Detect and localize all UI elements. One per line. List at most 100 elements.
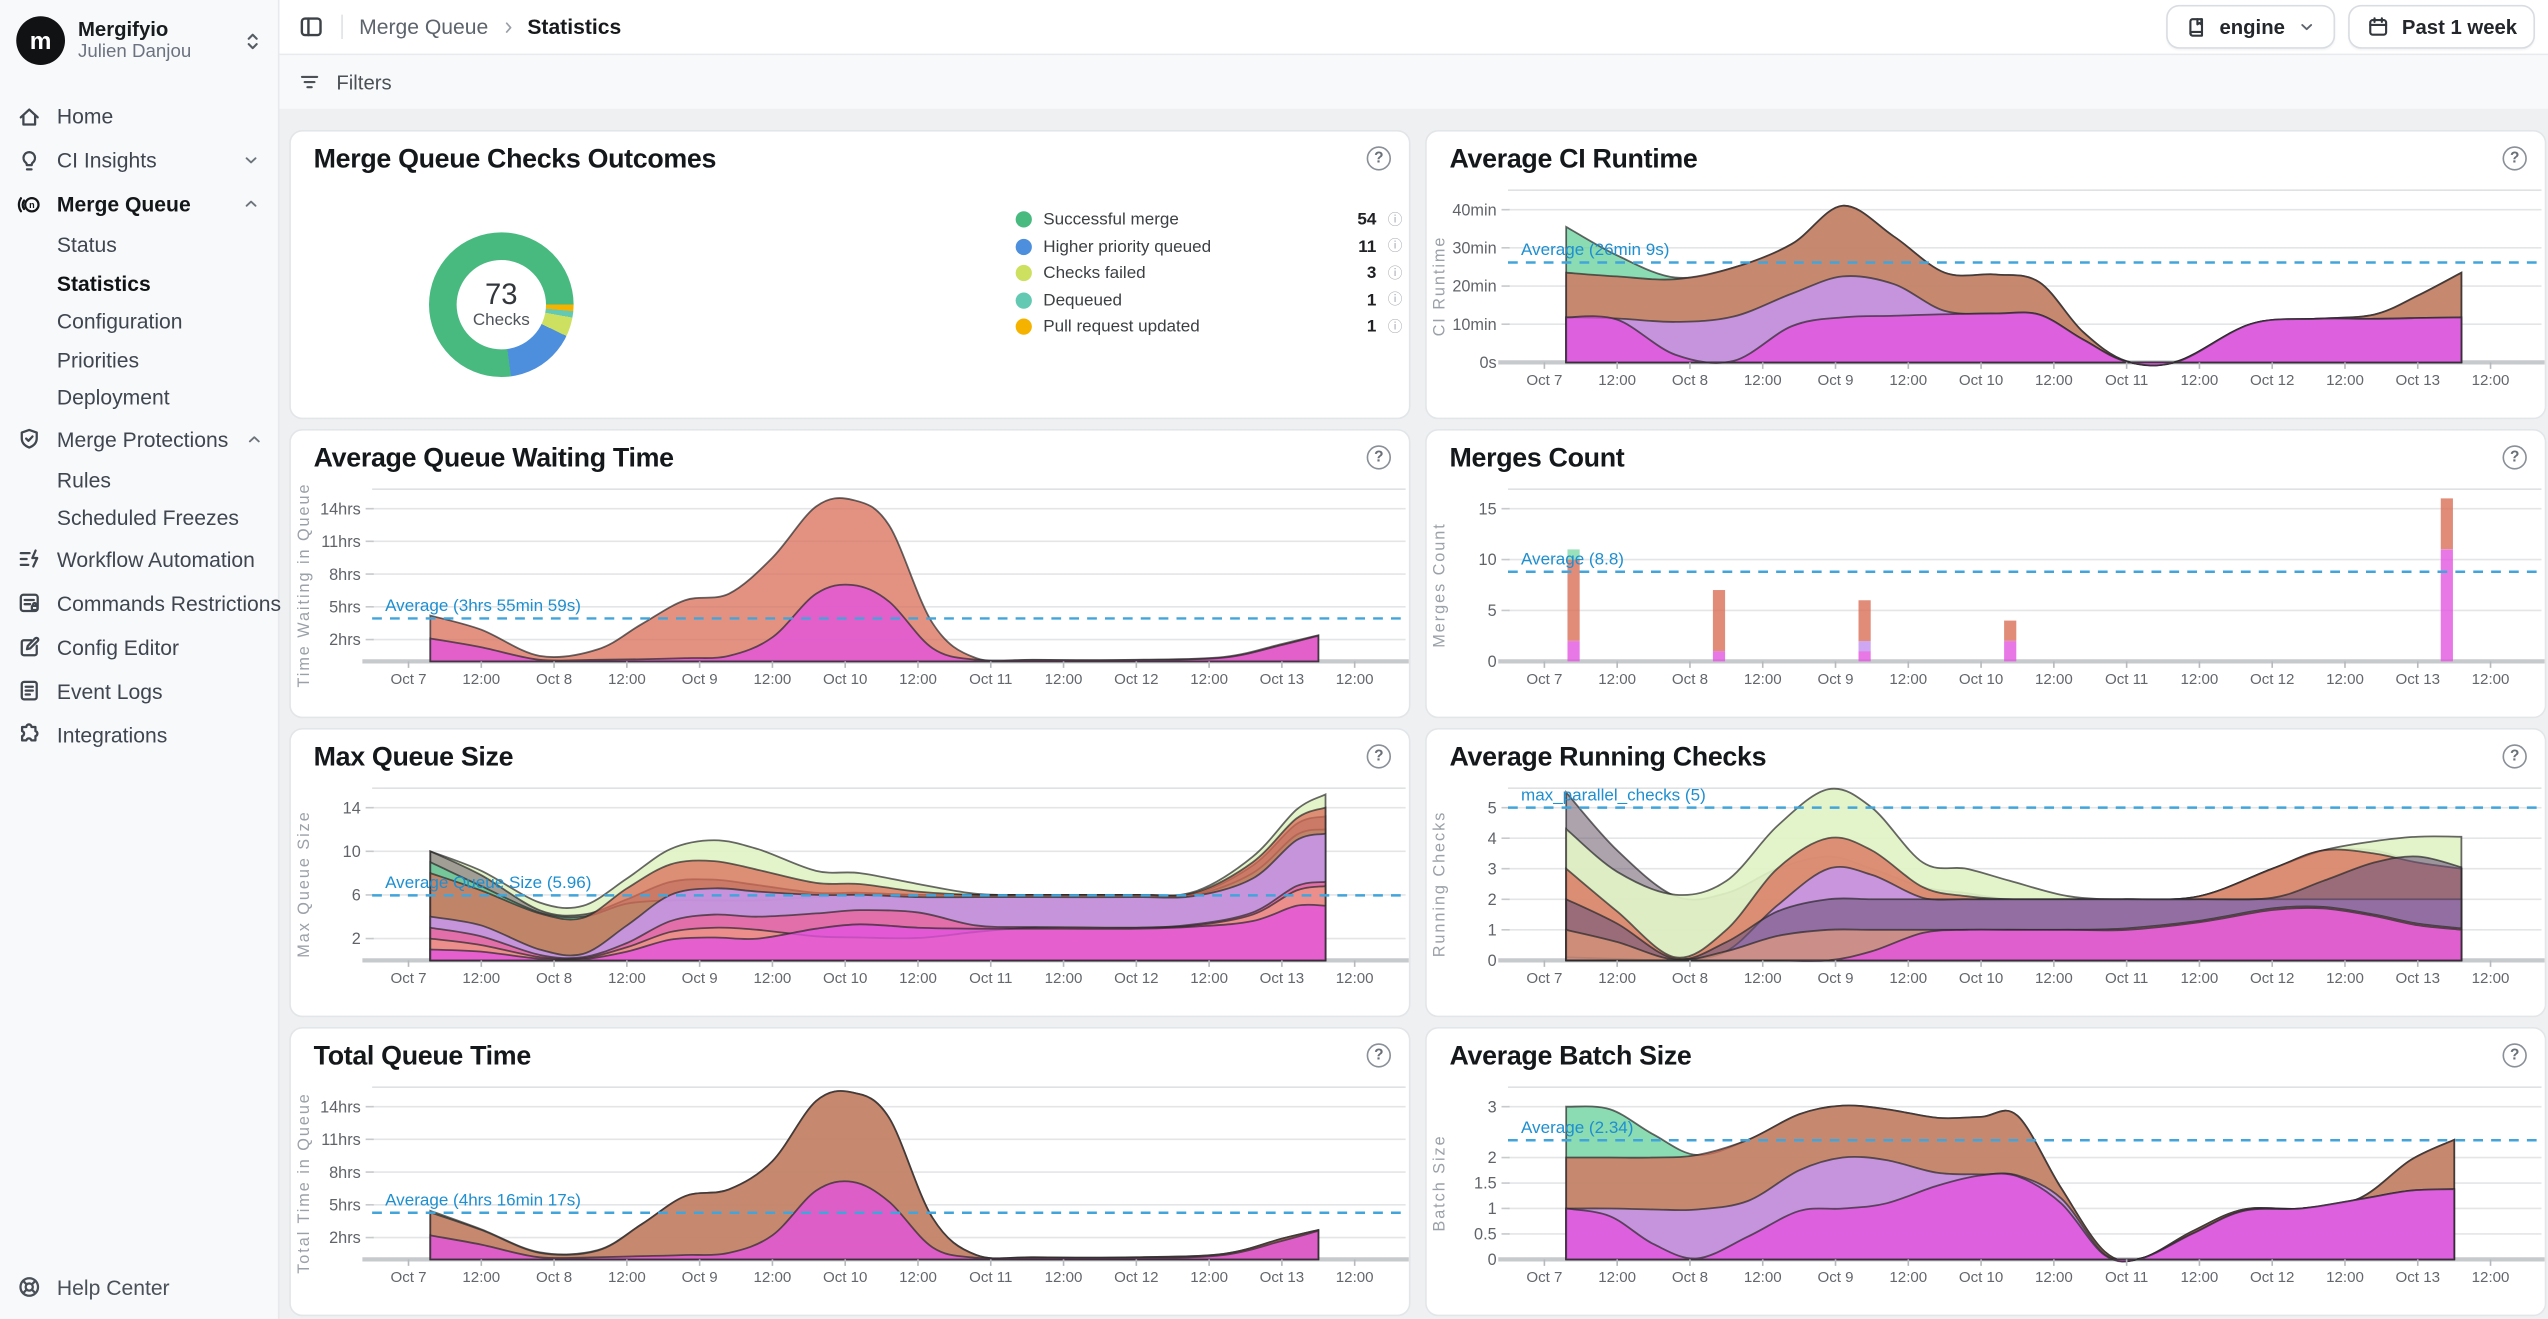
help-icon[interactable]: ? [1367, 445, 1391, 469]
svg-text:Oct 9: Oct 9 [1817, 1269, 1853, 1286]
svg-text:12:00: 12:00 [899, 671, 937, 688]
breadcrumb-statistics: Statistics [527, 15, 621, 39]
help-icon[interactable]: ? [1367, 146, 1391, 170]
sidebar-subitem-priorities[interactable]: Priorities [0, 340, 278, 378]
sidebar-subitem-configuration[interactable]: Configuration [0, 302, 278, 340]
editor-icon [16, 634, 42, 660]
info-icon[interactable]: ⓘ [1388, 239, 1403, 254]
svg-text:12:00: 12:00 [2035, 372, 2073, 389]
sidebar-item-home[interactable]: Home [0, 94, 278, 138]
ci-runtime-chart: Average (26min 9s)0s10min20min30min40min… [1427, 177, 2547, 418]
legend-value: 54 [1357, 210, 1376, 230]
svg-text:Average Queue Size (5.96): Average Queue Size (5.96) [385, 873, 591, 892]
svg-text:0: 0 [1488, 952, 1497, 970]
svg-text:Oct 12: Oct 12 [1114, 671, 1159, 688]
sidebar-item-label: Home [57, 104, 262, 128]
sidebar-item-event-logs[interactable]: Event Logs [0, 669, 278, 713]
svg-text:12:00: 12:00 [1045, 970, 1083, 987]
legend-item-dequeued[interactable]: Dequeued1ⓘ [1016, 287, 1403, 314]
legend-item-higher-priority-queued[interactable]: Higher priority queued11ⓘ [1016, 233, 1403, 260]
breadcrumb-merge-queue[interactable]: Merge Queue [359, 15, 488, 39]
help-icon[interactable]: ? [2503, 1043, 2527, 1067]
sidebar-item-config-editor[interactable]: Config Editor [0, 625, 278, 669]
svg-text:8hrs: 8hrs [329, 1164, 361, 1182]
sidebar-item-label: CI Insights [57, 148, 226, 172]
svg-text:Oct 7: Oct 7 [390, 1269, 426, 1286]
panel-merges-count: Merges Count ? Average (8.8)051015Oct 71… [1425, 429, 2546, 718]
topbar: Merge Queue Statistics engine Past 1 wee… [280, 0, 2548, 55]
svg-text:Oct 8: Oct 8 [1672, 1269, 1708, 1286]
panel-average-running-checks: Average Running Checks ? max_parallel_ch… [1425, 728, 2546, 1017]
puzzle-icon [16, 722, 42, 748]
svg-text:1: 1 [1488, 1200, 1497, 1218]
svg-text:0: 0 [1488, 1251, 1497, 1269]
svg-text:12:00: 12:00 [2035, 1269, 2073, 1286]
org-switcher-updown-icon[interactable] [241, 28, 265, 52]
sidebar-item-commands-restrictions[interactable]: Commands Restrictions [0, 581, 278, 625]
sidebar-item-merge-protections[interactable]: Merge Protections [0, 417, 278, 461]
sidebar-subitem-scheduled-freezes[interactable]: Scheduled Freezes [0, 499, 278, 537]
app-root: m Mergifyio Julien Danjou Home CI Insight… [0, 0, 2548, 1319]
svg-text:12:00: 12:00 [2181, 671, 2219, 688]
sidebar-subitem-statistics[interactable]: Statistics [0, 264, 278, 302]
help-center-button[interactable]: Help Center [0, 1274, 186, 1300]
sidebar-subitem-label: Statistics [57, 271, 151, 295]
svg-text:12:00: 12:00 [462, 970, 500, 987]
help-icon[interactable]: ? [2503, 744, 2527, 768]
donut-center: 73 Checks [429, 232, 574, 377]
svg-text:12:00: 12:00 [2181, 372, 2219, 389]
chevron-right-icon [498, 17, 518, 37]
sidebar-item-integrations[interactable]: Integrations [0, 713, 278, 757]
legend-item-checks-failed[interactable]: Checks failed3ⓘ [1016, 260, 1403, 287]
sidebar-subitem-rules[interactable]: Rules [0, 461, 278, 499]
info-icon[interactable]: ⓘ [1388, 266, 1403, 281]
svg-text:Oct 12: Oct 12 [1114, 970, 1159, 987]
topbar-actions: engine Past 1 week [2166, 5, 2535, 49]
svg-text:Time Waiting in Queue: Time Waiting in Queue [295, 482, 313, 687]
legend-item-pull-request-updated[interactable]: Pull request updated1ⓘ [1016, 314, 1403, 341]
svg-text:Oct 8: Oct 8 [1672, 671, 1708, 688]
svg-text:12:00: 12:00 [1889, 1269, 1927, 1286]
svg-text:Oct 9: Oct 9 [1817, 671, 1853, 688]
sidebar-item-label: Integrations [57, 722, 262, 746]
svg-text:Oct 9: Oct 9 [682, 671, 718, 688]
queue-icon: n [16, 191, 42, 217]
svg-text:2: 2 [1488, 891, 1497, 909]
help-icon[interactable]: ? [2503, 146, 2527, 170]
home-icon [16, 103, 42, 129]
help-icon[interactable]: ? [1367, 744, 1391, 768]
svg-text:Oct 8: Oct 8 [536, 1269, 572, 1286]
legend-item-successful-merge[interactable]: Successful merge54ⓘ [1016, 206, 1403, 233]
svg-text:11hrs: 11hrs [321, 533, 360, 551]
repository-selector[interactable]: engine [2166, 5, 2335, 49]
sidebar-item-ci-insights[interactable]: CI Insights [0, 138, 278, 182]
donut-legend: Successful merge54ⓘHigher priority queue… [1016, 206, 1403, 340]
svg-text:Oct 7: Oct 7 [1526, 1269, 1562, 1286]
svg-text:Oct 8: Oct 8 [536, 970, 572, 987]
svg-text:Oct 13: Oct 13 [1260, 671, 1305, 688]
svg-text:Oct 8: Oct 8 [536, 671, 572, 688]
lifebuoy-icon [16, 1274, 42, 1300]
sidebar-item-workflow-automation[interactable]: Workflow Automation [0, 537, 278, 581]
org-switcher[interactable]: m Mergifyio Julien Danjou [0, 0, 278, 81]
info-icon[interactable]: ⓘ [1388, 320, 1403, 335]
info-icon[interactable]: ⓘ [1388, 212, 1403, 227]
sidebar-item-label: Merge Protections [57, 427, 228, 451]
time-range-button[interactable]: Past 1 week [2348, 5, 2535, 49]
svg-text:12:00: 12:00 [2035, 671, 2073, 688]
legend-dot [1016, 319, 1032, 335]
help-icon[interactable]: ? [2503, 445, 2527, 469]
filters-label: Filters [336, 71, 391, 94]
sidebar-toggle-icon[interactable] [297, 13, 325, 41]
sidebar-item-merge-queue[interactable]: nMerge Queue [0, 182, 278, 226]
info-icon[interactable]: ⓘ [1388, 293, 1403, 308]
sidebar-subitem-status[interactable]: Status [0, 226, 278, 264]
panel-title: Average Queue Waiting Time [314, 444, 674, 475]
svg-text:12:00: 12:00 [2326, 970, 2364, 987]
sidebar-subitem-deployment[interactable]: Deployment [0, 379, 278, 417]
filters-button[interactable]: Filters [297, 70, 391, 94]
svg-text:11hrs: 11hrs [321, 1131, 360, 1149]
help-icon[interactable]: ? [1367, 1043, 1391, 1067]
mergify-logo: m [16, 16, 65, 65]
svg-text:Batch Size: Batch Size [1431, 1134, 1449, 1231]
